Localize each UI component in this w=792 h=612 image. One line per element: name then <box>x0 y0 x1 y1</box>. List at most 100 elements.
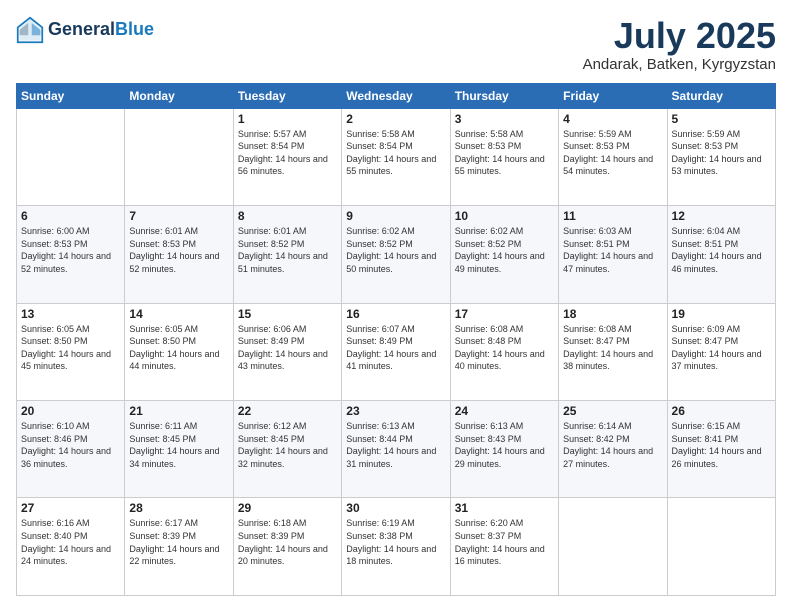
calendar-cell: 11 Sunrise: 6:03 AMSunset: 8:51 PMDayligh… <box>559 206 667 303</box>
day-number: 27 <box>21 501 120 515</box>
day-number: 14 <box>129 307 228 321</box>
day-info: Sunrise: 6:04 AMSunset: 8:51 PMDaylight:… <box>672 225 771 275</box>
calendar-cell: 27 Sunrise: 6:16 AMSunset: 8:40 PMDayligh… <box>17 498 125 596</box>
weekday-header-wednesday: Wednesday <box>342 83 450 108</box>
day-info: Sunrise: 6:08 AMSunset: 8:48 PMDaylight:… <box>455 323 554 373</box>
day-info: Sunrise: 5:58 AMSunset: 8:53 PMDaylight:… <box>455 128 554 178</box>
day-info: Sunrise: 6:06 AMSunset: 8:49 PMDaylight:… <box>238 323 337 373</box>
day-number: 1 <box>238 112 337 126</box>
logo-icon <box>16 16 44 44</box>
weekday-header-thursday: Thursday <box>450 83 558 108</box>
day-number: 5 <box>672 112 771 126</box>
day-number: 30 <box>346 501 445 515</box>
calendar-cell: 8 Sunrise: 6:01 AMSunset: 8:52 PMDaylight… <box>233 206 341 303</box>
calendar-week-3: 13Sunrise: 6:05 AMSunset: 8:50 PMDayligh… <box>17 303 776 400</box>
day-info: Sunrise: 6:20 AMSunset: 8:37 PMDaylight:… <box>455 517 554 567</box>
page: GeneralBlue July 2025 Andarak, Batken, K… <box>0 0 792 612</box>
day-info: Sunrise: 6:15 AMSunset: 8:41 PMDaylight:… <box>672 420 771 470</box>
day-info: Sunrise: 6:01 AMSunset: 8:52 PMDaylight:… <box>238 225 337 275</box>
calendar-cell: 20Sunrise: 6:10 AMSunset: 8:46 PMDayligh… <box>17 401 125 498</box>
day-info: Sunrise: 6:08 AMSunset: 8:47 PMDaylight:… <box>563 323 662 373</box>
day-number: 6 <box>21 209 120 223</box>
day-info: Sunrise: 5:58 AMSunset: 8:54 PMDaylight:… <box>346 128 445 178</box>
calendar-cell: 21 Sunrise: 6:11 AMSunset: 8:45 PMDayligh… <box>125 401 233 498</box>
day-number: 9 <box>346 209 445 223</box>
calendar-cell: 13Sunrise: 6:05 AMSunset: 8:50 PMDayligh… <box>17 303 125 400</box>
calendar-table: SundayMondayTuesdayWednesdayThursdayFrid… <box>16 83 776 596</box>
day-info: Sunrise: 6:19 AMSunset: 8:38 PMDaylight:… <box>346 517 445 567</box>
calendar-week-5: 27 Sunrise: 6:16 AMSunset: 8:40 PMDayligh… <box>17 498 776 596</box>
calendar-cell: 22 Sunrise: 6:12 AMSunset: 8:45 PMDayligh… <box>233 401 341 498</box>
calendar-cell: 18Sunrise: 6:08 AMSunset: 8:47 PMDayligh… <box>559 303 667 400</box>
day-number: 2 <box>346 112 445 126</box>
day-info: Sunrise: 6:05 AMSunset: 8:50 PMDaylight:… <box>21 323 120 373</box>
calendar-cell: 26Sunrise: 6:15 AMSunset: 8:41 PMDayligh… <box>667 401 775 498</box>
title-section: July 2025 Andarak, Batken, Kyrgyzstan <box>583 16 776 73</box>
day-info: Sunrise: 6:14 AMSunset: 8:42 PMDaylight:… <box>563 420 662 470</box>
day-info: Sunrise: 6:03 AMSunset: 8:51 PMDaylight:… <box>563 225 662 275</box>
logo-text: GeneralBlue <box>48 20 154 40</box>
calendar-cell: 10 Sunrise: 6:02 AMSunset: 8:52 PMDayligh… <box>450 206 558 303</box>
day-info: Sunrise: 6:09 AMSunset: 8:47 PMDaylight:… <box>672 323 771 373</box>
calendar-cell: 1Sunrise: 5:57 AMSunset: 8:54 PMDaylight… <box>233 108 341 205</box>
calendar-cell <box>559 498 667 596</box>
header: GeneralBlue July 2025 Andarak, Batken, K… <box>16 16 776 73</box>
calendar-cell: 17 Sunrise: 6:08 AMSunset: 8:48 PMDayligh… <box>450 303 558 400</box>
day-number: 3 <box>455 112 554 126</box>
day-number: 21 <box>129 404 228 418</box>
day-number: 19 <box>672 307 771 321</box>
calendar-cell: 14 Sunrise: 6:05 AMSunset: 8:50 PMDayligh… <box>125 303 233 400</box>
calendar-cell: 3 Sunrise: 5:58 AMSunset: 8:53 PMDaylight… <box>450 108 558 205</box>
day-number: 7 <box>129 209 228 223</box>
day-number: 22 <box>238 404 337 418</box>
day-number: 23 <box>346 404 445 418</box>
weekday-header-saturday: Saturday <box>667 83 775 108</box>
day-info: Sunrise: 6:13 AMSunset: 8:43 PMDaylight:… <box>455 420 554 470</box>
calendar-cell: 30 Sunrise: 6:19 AMSunset: 8:38 PMDayligh… <box>342 498 450 596</box>
weekday-header-monday: Monday <box>125 83 233 108</box>
day-info: Sunrise: 6:11 AMSunset: 8:45 PMDaylight:… <box>129 420 228 470</box>
subtitle: Andarak, Batken, Kyrgyzstan <box>583 56 776 73</box>
weekday-header-sunday: Sunday <box>17 83 125 108</box>
day-info: Sunrise: 6:17 AMSunset: 8:39 PMDaylight:… <box>129 517 228 567</box>
day-number: 24 <box>455 404 554 418</box>
calendar-cell: 9 Sunrise: 6:02 AMSunset: 8:52 PMDaylight… <box>342 206 450 303</box>
calendar-cell: 12Sunrise: 6:04 AMSunset: 8:51 PMDayligh… <box>667 206 775 303</box>
day-number: 8 <box>238 209 337 223</box>
calendar-cell: 29 Sunrise: 6:18 AMSunset: 8:39 PMDayligh… <box>233 498 341 596</box>
day-info: Sunrise: 6:18 AMSunset: 8:39 PMDaylight:… <box>238 517 337 567</box>
day-number: 4 <box>563 112 662 126</box>
day-info: Sunrise: 6:02 AMSunset: 8:52 PMDaylight:… <box>346 225 445 275</box>
day-info: Sunrise: 6:07 AMSunset: 8:49 PMDaylight:… <box>346 323 445 373</box>
calendar-cell <box>667 498 775 596</box>
day-info: Sunrise: 6:13 AMSunset: 8:44 PMDaylight:… <box>346 420 445 470</box>
day-number: 11 <box>563 209 662 223</box>
weekday-header-tuesday: Tuesday <box>233 83 341 108</box>
calendar-cell: 4 Sunrise: 5:59 AMSunset: 8:53 PMDaylight… <box>559 108 667 205</box>
day-info: Sunrise: 6:02 AMSunset: 8:52 PMDaylight:… <box>455 225 554 275</box>
day-info: Sunrise: 6:10 AMSunset: 8:46 PMDaylight:… <box>21 420 120 470</box>
day-info: Sunrise: 6:01 AMSunset: 8:53 PMDaylight:… <box>129 225 228 275</box>
day-info: Sunrise: 6:16 AMSunset: 8:40 PMDaylight:… <box>21 517 120 567</box>
calendar-header-row: SundayMondayTuesdayWednesdayThursdayFrid… <box>17 83 776 108</box>
day-number: 10 <box>455 209 554 223</box>
calendar-cell: 23 Sunrise: 6:13 AMSunset: 8:44 PMDayligh… <box>342 401 450 498</box>
calendar-cell: 5 Sunrise: 5:59 AMSunset: 8:53 PMDaylight… <box>667 108 775 205</box>
calendar-cell: 25 Sunrise: 6:14 AMSunset: 8:42 PMDayligh… <box>559 401 667 498</box>
calendar-cell: 31 Sunrise: 6:20 AMSunset: 8:37 PMDayligh… <box>450 498 558 596</box>
day-number: 31 <box>455 501 554 515</box>
calendar-cell: 16 Sunrise: 6:07 AMSunset: 8:49 PMDayligh… <box>342 303 450 400</box>
day-info: Sunrise: 6:12 AMSunset: 8:45 PMDaylight:… <box>238 420 337 470</box>
day-number: 15 <box>238 307 337 321</box>
day-number: 16 <box>346 307 445 321</box>
day-info: Sunrise: 5:59 AMSunset: 8:53 PMDaylight:… <box>672 128 771 178</box>
day-number: 25 <box>563 404 662 418</box>
day-info: Sunrise: 6:00 AMSunset: 8:53 PMDaylight:… <box>21 225 120 275</box>
calendar-cell: 6 Sunrise: 6:00 AMSunset: 8:53 PMDaylight… <box>17 206 125 303</box>
day-info: Sunrise: 5:59 AMSunset: 8:53 PMDaylight:… <box>563 128 662 178</box>
day-number: 17 <box>455 307 554 321</box>
calendar-cell: 15 Sunrise: 6:06 AMSunset: 8:49 PMDayligh… <box>233 303 341 400</box>
day-info: Sunrise: 6:05 AMSunset: 8:50 PMDaylight:… <box>129 323 228 373</box>
day-number: 29 <box>238 501 337 515</box>
calendar-cell: 24 Sunrise: 6:13 AMSunset: 8:43 PMDayligh… <box>450 401 558 498</box>
